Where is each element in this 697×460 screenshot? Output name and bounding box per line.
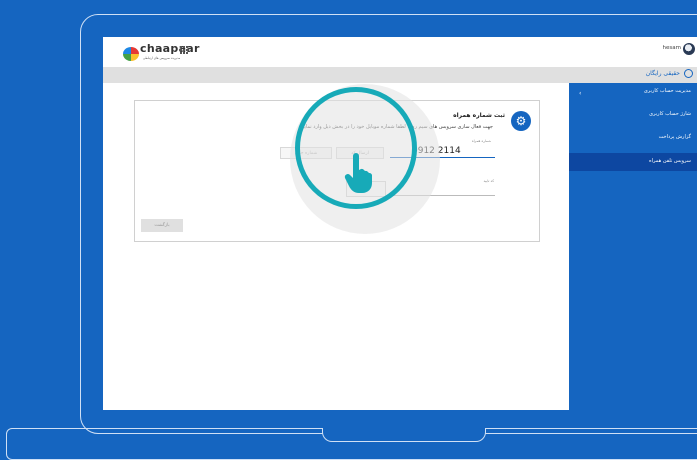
account-type: حقیقی رایگان [645,70,680,77]
account-circle-icon [684,69,693,78]
hand-pointer-icon [344,153,372,193]
apps-grid-icon[interactable] [180,46,189,55]
username[interactable]: hesam [663,45,681,51]
sidebar-item-mobile-service[interactable]: سرویس تلفن همراه [649,158,691,164]
chevron-left-icon[interactable]: ‹ [579,90,581,97]
code-field-label: کد تایید [483,179,494,183]
card-title: ثبت شماره همراه [453,112,505,119]
laptop-screen: chaapaar مدیریت سرویس های ارتباطی hesam … [103,37,697,410]
back-button[interactable]: بازگشت [141,219,183,232]
sidebar-item-payment-report[interactable]: گزارش پرداخت [659,134,691,140]
sidebar-item-account-charge[interactable]: شارژ حساب کاربری [649,111,691,117]
sidebar-item-account-management[interactable]: مدیریت حساب کاربری [644,88,691,94]
top-bar: chaapaar مدیریت سرویس های ارتباطی hesam [103,37,697,67]
laptop-notch [322,428,486,442]
gear-icon: ⚙ [511,111,531,131]
sidebar: مدیریت حساب کاربری ‹ شارژ حساب کاربری گز… [569,83,697,410]
logo-mark-icon [123,47,139,61]
sub-header-strip [103,67,697,83]
logo-text: chaapaar [140,42,200,55]
logo-subtext: مدیریت سرویس های ارتباطی [143,56,181,60]
phone-field-label: شماره همراه [471,139,491,143]
avatar[interactable] [683,43,695,55]
